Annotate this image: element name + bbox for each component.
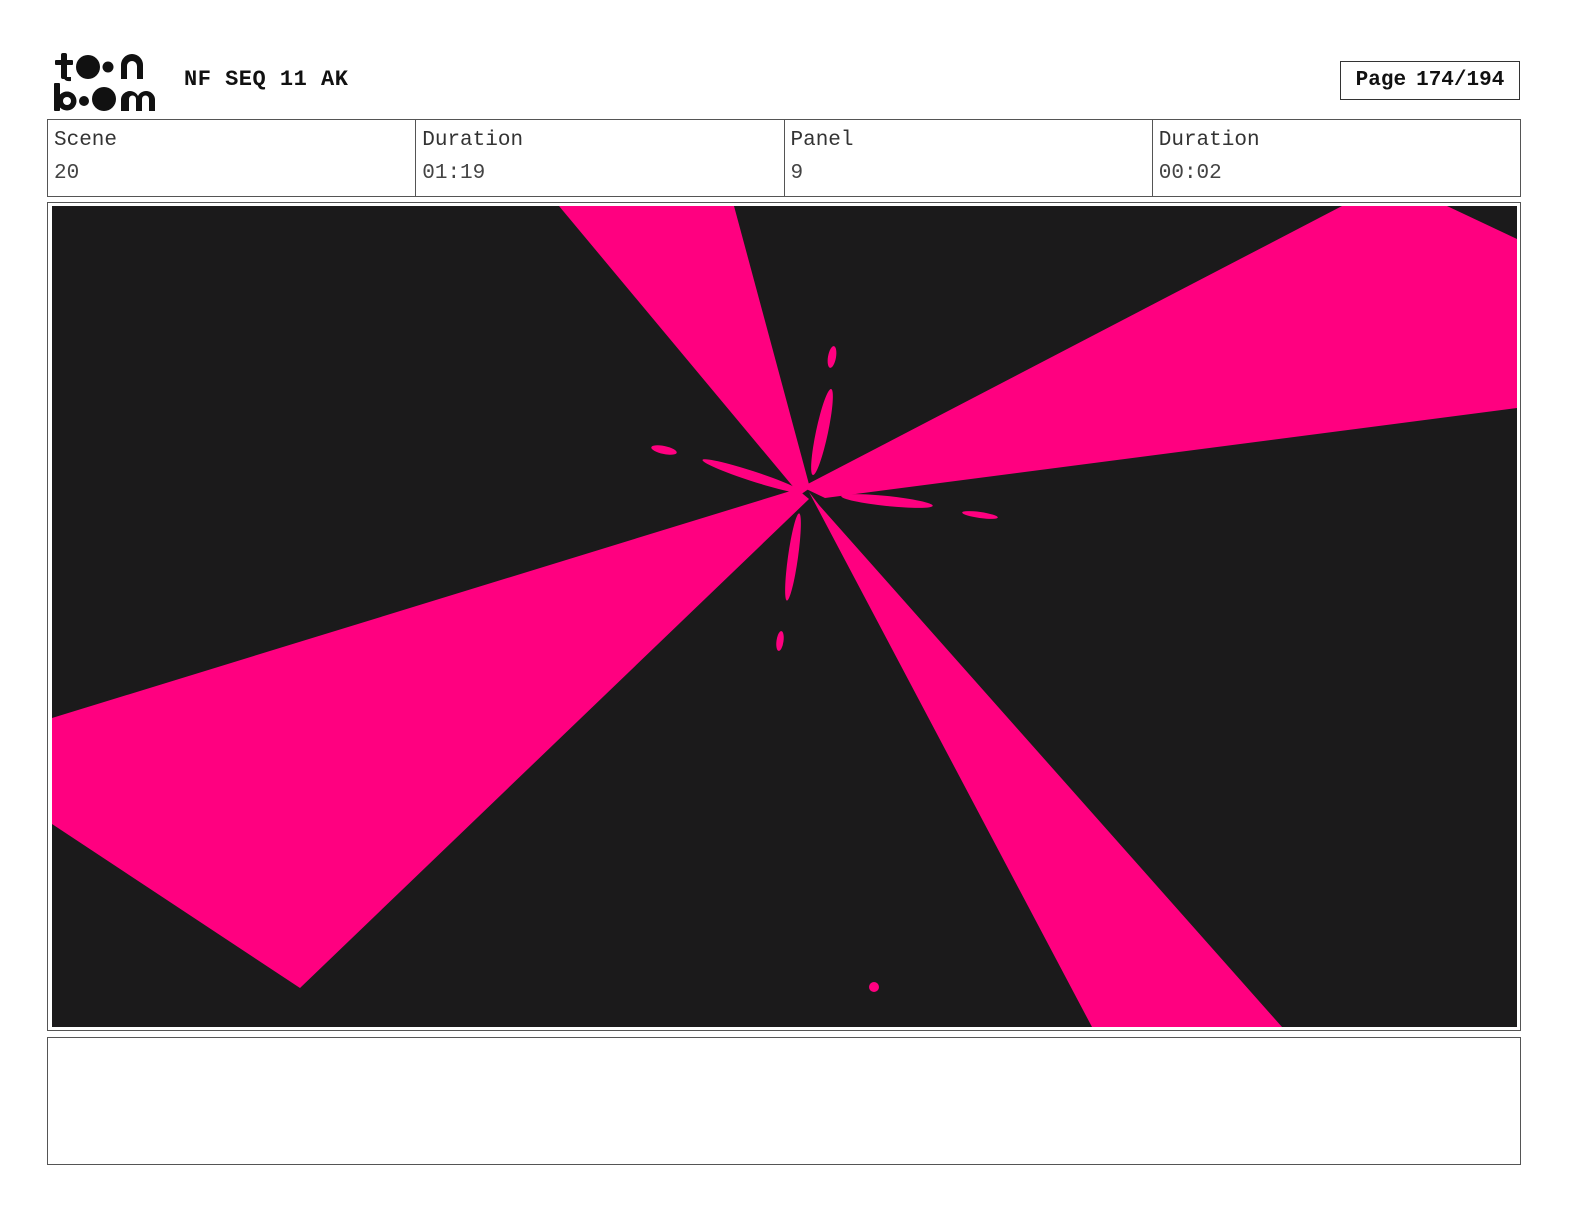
- scene-value: 20: [54, 162, 80, 185]
- panel-duration-value: 00:02: [1158, 162, 1222, 185]
- page-number: 174/194: [1416, 69, 1505, 92]
- scene-label: Scene: [54, 129, 118, 152]
- document-title: NF SEQ 11 AK: [184, 67, 349, 92]
- panel-info-table: Scene 20 Duration 01:19 Panel 9 Duration…: [47, 119, 1521, 197]
- panel-value: 9: [790, 162, 804, 185]
- panel-cell: Panel 9: [785, 120, 1153, 196]
- panel-label: Panel: [790, 129, 854, 152]
- storyboard-panel-image: [52, 206, 1517, 1027]
- scene-duration-value: 01:19: [422, 162, 486, 185]
- scene-cell: Scene 20: [48, 120, 417, 196]
- scene-duration-cell: Duration 01:19: [416, 120, 785, 196]
- panel-duration-label: Duration: [1158, 129, 1260, 152]
- panel-duration-cell: Duration 00:02: [1153, 120, 1520, 196]
- scene-duration-label: Duration: [422, 129, 524, 152]
- page-label: Page: [1355, 69, 1407, 92]
- toon-boom-logo-icon: [54, 53, 155, 111]
- panel-notes-box: [47, 1037, 1521, 1165]
- page-indicator: Page 174/194: [1340, 61, 1520, 100]
